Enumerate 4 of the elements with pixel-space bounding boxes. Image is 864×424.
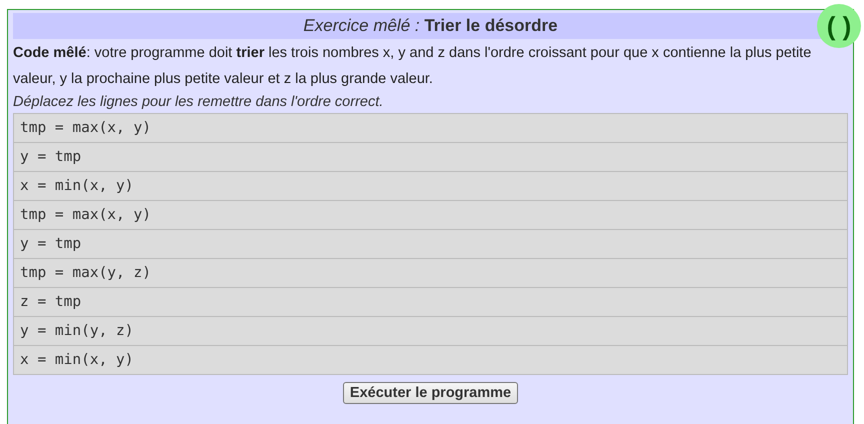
status-badge: ( ) bbox=[817, 4, 861, 48]
description-text: Code mêlé: votre programme doit trier les trois nombres x, y and z dans l'ordre croissant pour que x contienne la plus petite valeur, y la prochaine plus petite valeur et z la plus grande valeur. bbox=[13, 44, 812, 89]
instructions-text: Déplacez les lignes pour les remettre dans l'ordre correct. bbox=[13, 93, 384, 112]
run-button[interactable]: Exécuter le programme bbox=[342, 382, 518, 404]
